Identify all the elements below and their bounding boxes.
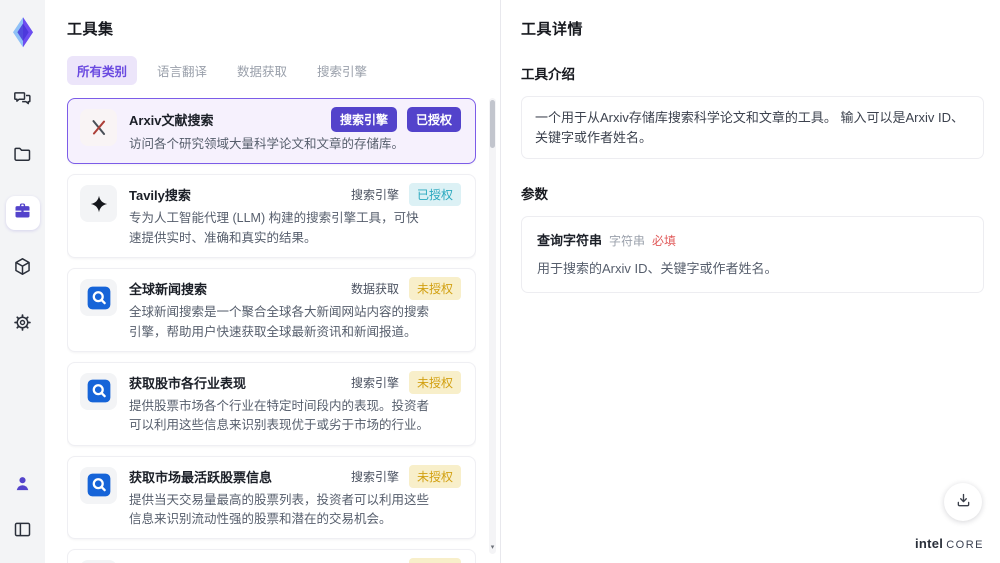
- tool-card-4[interactable]: 获取股市各行业表现 搜索引擎 未授权提供股票市场各个行业在特定时间段内的表现。投资者…: [67, 361, 476, 446]
- category-badge: 数据获取: [350, 282, 399, 297]
- tab-4[interactable]: 搜索引擎: [307, 56, 377, 85]
- tool-card-5[interactable]: 获取市场最活跃股票信息 搜索引擎 未授权提供当天交易量最高的股票列表，投资者可以利用…: [67, 455, 476, 540]
- tab-1[interactable]: 所有类别: [67, 56, 138, 85]
- detail-title: 工具详情: [521, 21, 584, 38]
- param-description: 用于搜索的Arxiv ID、关键字或作者姓名。: [537, 261, 778, 276]
- auth-status-badge: 未授权: [408, 558, 461, 563]
- tool-name: 获取股市各行业表现: [129, 375, 247, 391]
- sidebar-item-chat[interactable]: [6, 84, 40, 118]
- sidebar-item-settings[interactable]: [6, 308, 40, 342]
- category-badge: 搜索引擎: [350, 375, 399, 390]
- arxiv-icon: [80, 109, 117, 146]
- category-badge: 搜索引擎: [350, 188, 399, 203]
- tab-2[interactable]: 语言翻译: [147, 56, 217, 85]
- cube-icon: [12, 256, 33, 282]
- gear-icon: [12, 312, 33, 338]
- briefcase-icon: [12, 200, 33, 226]
- params-heading: 参数: [521, 187, 548, 202]
- tool-card-3[interactable]: 全球新闻搜索 数据获取 未授权全球新闻搜索是一个聚合全球各大新闻网站内容的搜索引擎，…: [67, 268, 476, 352]
- tool-description: 访问各个研究领域大量科学论文和文章的存储库。: [129, 137, 405, 151]
- panel-toggle-icon: [12, 519, 33, 545]
- sidebar-item-packages[interactable]: [6, 252, 40, 286]
- intro-heading: 工具介绍: [521, 67, 575, 82]
- category-badge: 搜索引擎: [350, 469, 399, 484]
- tab-3[interactable]: 数据获取: [227, 56, 297, 85]
- tool-detail-panel: 工具详情 工具介绍 一个用于从Arxiv存储库搜索科学论文和文章的工具。 输入可…: [500, 0, 1000, 563]
- star-icon: [80, 185, 117, 223]
- tool-card-2[interactable]: Tavily搜索 搜索引擎 已授权专为人工智能代理 (LLM) 构建的搜索引擎工具，…: [67, 174, 476, 259]
- sidebar-item-account[interactable]: [6, 469, 40, 503]
- download-icon: [954, 491, 973, 513]
- news-search-icon: [80, 279, 117, 317]
- category-tabs: 所有类别 语言翻译 数据获取 搜索引擎: [67, 56, 500, 85]
- tool-name: Arxiv文献搜索: [129, 113, 214, 128]
- auth-status-badge: 未授权: [408, 464, 461, 488]
- sidebar: [0, 0, 45, 563]
- sidebar-item-files[interactable]: [6, 140, 40, 174]
- tool-card-1[interactable]: Arxiv文献搜索 搜索引擎 已授权 访问各个研究领域大量科学论文和文章的存储库。: [67, 98, 476, 165]
- download-button[interactable]: [944, 483, 982, 521]
- sidebar-item-tools[interactable]: [5, 196, 40, 230]
- page-title: 工具集: [67, 21, 114, 38]
- folder-icon: [12, 144, 33, 170]
- scrollbar-down-arrow-icon[interactable]: ▾: [489, 544, 496, 552]
- auth-status-badge[interactable]: 已授权: [406, 107, 461, 132]
- tool-name: 全球新闻搜索: [129, 282, 208, 298]
- tool-list: Arxiv文献搜索 搜索引擎 已授权 访问各个研究领域大量科学论文和文章的存储库。 Ta…: [67, 98, 476, 563]
- tool-name: Tavily搜索: [129, 188, 191, 204]
- param-card: 查询字符串 字符串 必填 用于搜索的Arxiv ID、关键字或作者姓名。: [521, 216, 984, 293]
- tool-list-panel: 工具集 所有类别 语言翻译 数据获取 搜索引擎 Arxiv文献搜索 搜索引擎 已授权 访问各…: [45, 0, 500, 563]
- tool-description: 全球新闻搜索是一个聚合全球各大新闻网站内容的搜索引擎，帮助用户快速获取全球最新资…: [129, 305, 430, 339]
- category-badge[interactable]: 搜索引擎: [330, 107, 397, 132]
- chat-icon: [12, 88, 33, 114]
- news-search-icon: [80, 372, 117, 410]
- list-scrollbar[interactable]: ▾: [489, 98, 496, 554]
- param-type: 字符串: [609, 234, 646, 248]
- tool-description: 提供股票市场各个行业在特定时间段内的表现。投资者可以利用这些信息来识别表现优于或…: [129, 398, 430, 433]
- user-icon: [12, 473, 33, 499]
- sidebar-item-collapse-panel[interactable]: [6, 515, 40, 549]
- intel-core-logo: intel core: [915, 536, 984, 551]
- scrollbar-thumb[interactable]: [490, 100, 495, 148]
- tool-description: 专为人工智能代理 (LLM) 构建的搜索引擎工具，可快速提供实时、准确和真实的结…: [129, 211, 419, 245]
- auth-status-badge: 已授权: [408, 183, 461, 207]
- intro-text: 一个用于从Arxiv存储库搜索科学论文和文章的工具。 输入可以是Arxiv ID…: [521, 96, 984, 159]
- brand-intel-text: intel: [914, 536, 944, 551]
- auth-status-badge: 未授权: [408, 370, 461, 394]
- tool-card-6[interactable]: 万维地区新闻查询搜索引擎未授权查询具体行政区划内的新闻，快速了解各地新闻动态。: [67, 549, 476, 563]
- tool-name: 获取市场最活跃股票信息: [129, 469, 273, 485]
- tool-description: 提供当天交易量最高的股票列表，投资者可以利用这些信息来识别流动性强的股票和潜在的…: [129, 492, 430, 526]
- app-logo-gem-icon: [8, 16, 38, 48]
- auth-status-badge: 未授权: [408, 277, 461, 301]
- param-name: 查询字符串: [537, 233, 603, 248]
- brand-core-text: core: [946, 539, 984, 551]
- param-required-badge: 必填: [652, 234, 677, 248]
- news-search-icon: [80, 466, 117, 504]
- app-window: 工具集 所有类别 语言翻译 数据获取 搜索引擎 Arxiv文献搜索 搜索引擎 已授权 访问各…: [0, 0, 1000, 563]
